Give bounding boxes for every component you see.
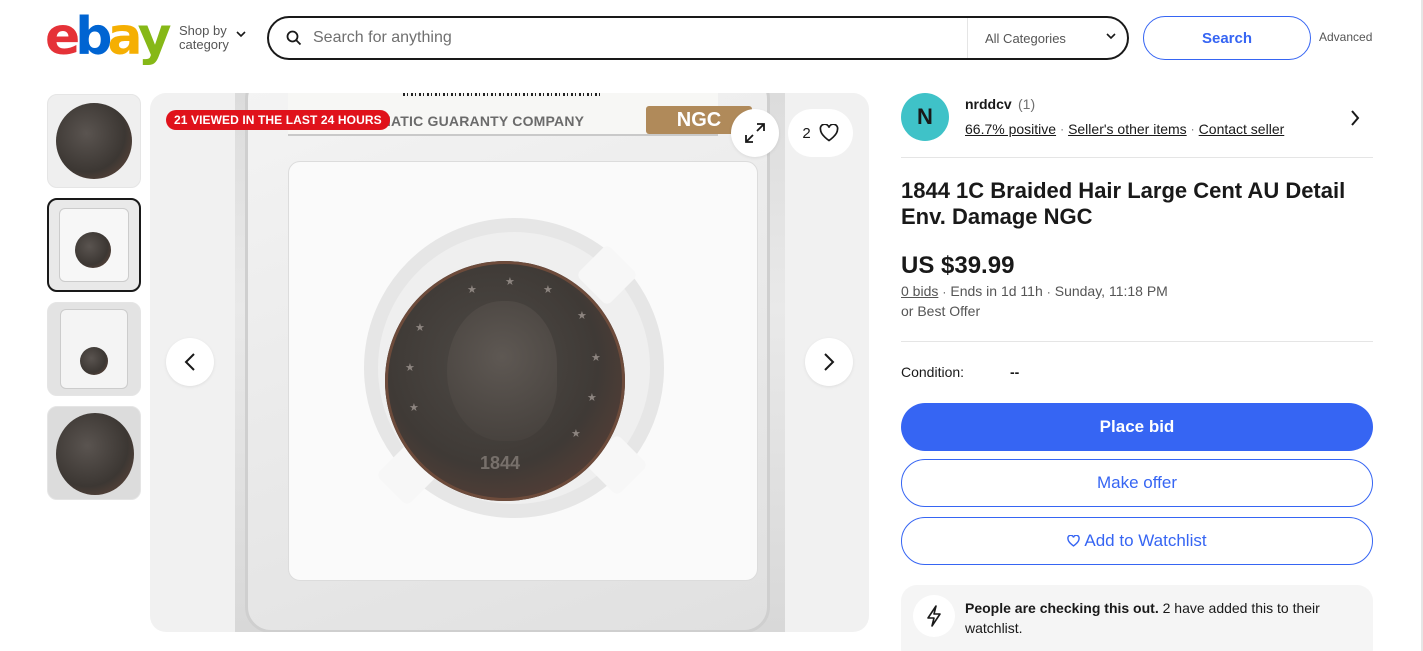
- logo-letter-e: e: [45, 7, 80, 67]
- condition-label: Condition:: [901, 364, 965, 380]
- item-price: US $39.99: [901, 252, 1015, 279]
- thumbnail-3[interactable]: [47, 302, 141, 396]
- separator-dot: ·: [942, 285, 947, 299]
- logo-letter-b: b: [75, 7, 112, 67]
- coin-obverse: ★ ★ ★ ★ ★ ★ ★ ★ ★ ★ 1844: [385, 261, 625, 501]
- coin-image: [80, 347, 108, 375]
- item-photo: NUMISMATIC GUARANTY COMPANY NGC ★ ★ ★ ★ …: [235, 93, 785, 632]
- search-input[interactable]: [313, 26, 953, 50]
- expand-button[interactable]: [731, 109, 779, 157]
- separator-dot: ·: [1190, 122, 1195, 136]
- coin-image: [75, 232, 111, 268]
- barcode: [403, 93, 603, 96]
- seller-name[interactable]: nrddcv: [965, 96, 1012, 112]
- chevron-down-icon: [236, 31, 246, 38]
- thumbnail-1[interactable]: [47, 94, 141, 188]
- watch-count: 2: [802, 124, 811, 142]
- search-icon: [286, 30, 302, 46]
- next-image-button[interactable]: [805, 338, 853, 386]
- seller-other-items-link[interactable]: Seller's other items: [1068, 121, 1187, 137]
- chevron-down-icon: [1106, 33, 1116, 40]
- lightning-icon: [927, 605, 941, 627]
- bid-info: 0 bids · Ends in 1d 11h · Sunday, 11:18 PM: [901, 283, 1168, 299]
- add-to-watchlist-button[interactable]: Add to Watchlist: [901, 517, 1373, 565]
- activity-notice: People are checking this out. 2 have add…: [901, 585, 1373, 651]
- separator-dot: ·: [1060, 122, 1065, 136]
- search-bar: All Categories: [267, 16, 1129, 60]
- ends-in: Ends in 1d 11h: [950, 283, 1043, 299]
- chevron-right-icon[interactable]: [1350, 109, 1360, 127]
- shop-by-category-button[interactable]: Shop by category: [179, 23, 246, 52]
- lightning-icon-wrap: [913, 595, 955, 637]
- notice-bold: People are checking this out.: [965, 600, 1159, 616]
- seller-avatar[interactable]: N: [901, 93, 949, 141]
- activity-notice-text: People are checking this out. 2 have add…: [965, 598, 1355, 638]
- item-title: 1844 1C Braided Hair Large Cent AU Detai…: [901, 178, 1346, 229]
- seller-positive-link[interactable]: 66.7% positive: [965, 121, 1056, 137]
- shop-by-line1: Shop by: [179, 23, 227, 38]
- expand-icon: [745, 123, 765, 143]
- category-select[interactable]: All Categories: [967, 18, 1127, 58]
- shop-by-line2: category: [179, 37, 229, 52]
- separator-dot: ·: [1046, 285, 1051, 299]
- heart-icon: [819, 124, 839, 142]
- coin-date: 1844: [480, 453, 521, 473]
- make-offer-button[interactable]: Make offer: [901, 459, 1373, 507]
- ends-at: Sunday, 11:18 PM: [1054, 283, 1168, 299]
- previous-image-button[interactable]: [166, 338, 214, 386]
- watch-count-button[interactable]: 2: [788, 109, 853, 157]
- logo-letter-y: y: [137, 7, 172, 67]
- chevron-left-icon: [184, 353, 195, 371]
- place-bid-button[interactable]: Place bid: [901, 403, 1373, 451]
- contact-seller-link[interactable]: Contact seller: [1199, 121, 1285, 137]
- thumbnail-2[interactable]: [47, 198, 141, 292]
- condition-value: --: [1010, 364, 1020, 380]
- liberty-head: [447, 301, 557, 441]
- category-select-label: All Categories: [985, 31, 1066, 46]
- ebay-logo[interactable]: ebay: [45, 7, 172, 67]
- divider: [901, 341, 1373, 342]
- bids-link[interactable]: 0 bids: [901, 283, 938, 299]
- search-button[interactable]: Search: [1143, 16, 1311, 60]
- seller-links: 66.7% positive · Seller's other items · …: [965, 121, 1284, 137]
- coin-image: [56, 103, 132, 179]
- divider: [901, 157, 1373, 158]
- logo-letter-a: a: [107, 7, 143, 67]
- views-badge: 21 VIEWED IN THE LAST 24 HOURS: [166, 110, 390, 130]
- coin-image: [56, 413, 134, 495]
- add-to-watchlist-label: Add to Watchlist: [1084, 531, 1207, 550]
- thumbnail-4[interactable]: [47, 406, 141, 500]
- advanced-search-link[interactable]: Advanced: [1319, 30, 1372, 44]
- seller-feedback-count: (1): [1018, 96, 1036, 112]
- chevron-right-icon: [824, 353, 835, 371]
- best-offer-text: or Best Offer: [901, 303, 981, 319]
- main-image-viewer[interactable]: NUMISMATIC GUARANTY COMPANY NGC ★ ★ ★ ★ …: [150, 93, 869, 632]
- heart-icon: [1067, 535, 1081, 547]
